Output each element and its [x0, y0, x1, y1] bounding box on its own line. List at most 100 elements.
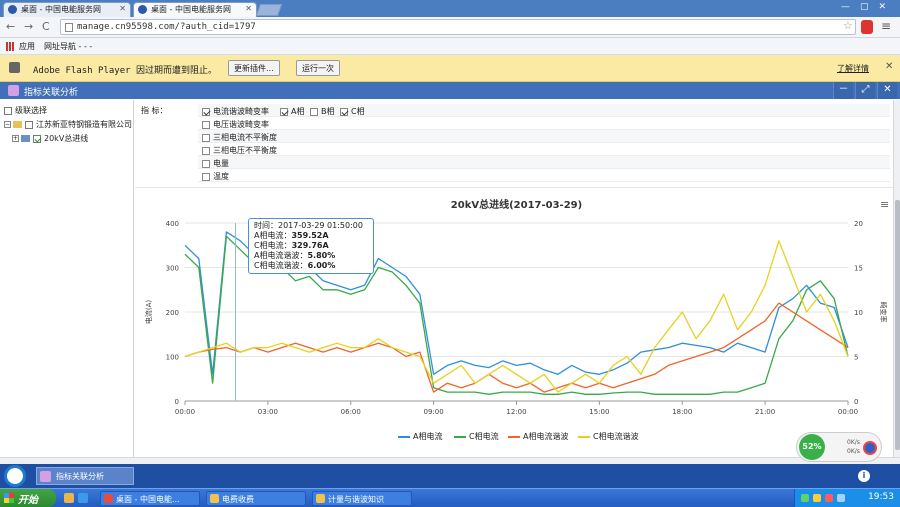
legend-item[interactable]: A相电流 [398, 431, 442, 442]
browser-tab-2[interactable]: 桌面 - 中国电能服务网 ✕ [133, 2, 257, 17]
expand-icon[interactable]: + [12, 135, 19, 142]
forward-icon[interactable]: → [24, 20, 33, 33]
tooltip-time-label: 时间： [254, 221, 278, 230]
indicator-option-label: 电量 [213, 159, 229, 168]
tray-volume-icon[interactable] [813, 494, 821, 502]
vertical-scrollbar[interactable] [893, 100, 900, 457]
system-logo-icon[interactable] [4, 465, 26, 487]
bookmark-star-icon[interactable]: ☆ [843, 19, 853, 32]
indicator-option[interactable]: 电压谐波畸变率 [202, 119, 269, 130]
update-plugin-button[interactable]: 更新插件... [228, 60, 280, 76]
back-icon[interactable]: ← [6, 20, 15, 33]
x-tick-label: 21:00 [755, 408, 775, 416]
indicator-checkbox[interactable] [202, 120, 210, 129]
url-text: manage.cn95598.com/?auth_cid=1797 [77, 22, 256, 32]
indicator-option[interactable]: C相 [340, 106, 365, 117]
legend-label: A相电流谐波 [523, 432, 569, 441]
address-bar[interactable]: manage.cn95598.com/?auth_cid=1797 [60, 19, 856, 35]
indicator-checkbox[interactable] [202, 107, 210, 116]
tray-ime-icon[interactable] [837, 494, 845, 502]
indicator-checkbox[interactable] [202, 146, 210, 155]
tooltip-c-h: 6.00% [307, 261, 336, 270]
chart-menu-icon[interactable]: ≡ [880, 198, 889, 211]
y2-tick-label: 15 [854, 265, 863, 273]
indicator-option-label: C相 [351, 107, 365, 116]
indicator-option-label: 温度 [213, 172, 229, 181]
window-controls[interactable]: —▢✕ [841, 2, 896, 12]
indicator-option[interactable]: 电量 [202, 158, 229, 169]
tree-node-line[interactable]: +20kV总进线 [12, 133, 88, 144]
close-icon[interactable]: ✕ [119, 4, 126, 13]
tree-node-company[interactable]: − 江苏新亚特钢锻造有限公司 [4, 119, 132, 130]
learn-more-link[interactable]: 了解详情 [837, 63, 869, 74]
indicator-row: 三相电压不平衡度 [198, 143, 890, 156]
indicator-checkbox[interactable] [310, 107, 318, 116]
network-speed-widget[interactable]: 52% 0K/s 0K/s [796, 432, 882, 462]
bookmark-apps[interactable]: 应用 [19, 41, 35, 52]
tree-checkbox[interactable] [4, 106, 12, 115]
legend-item[interactable]: A相电流谐波 [508, 431, 568, 442]
indicator-checkbox[interactable] [340, 107, 348, 116]
info-icon[interactable]: i [858, 470, 870, 482]
extension-icon[interactable] [861, 20, 873, 34]
indicator-checkbox[interactable] [202, 133, 210, 142]
collapse-icon[interactable]: − [4, 121, 11, 128]
run-once-button[interactable]: 运行一次 [296, 60, 340, 76]
indicator-option[interactable]: A相 [280, 106, 304, 117]
tree-header-label: 级联选择 [15, 106, 47, 115]
upload-speed: 0K/s [847, 439, 860, 446]
indicator-option[interactable]: 三相电压不平衡度 [202, 145, 277, 156]
menu-icon[interactable]: ≡ [881, 19, 891, 33]
bookmark-nav[interactable]: 网址导航 - - - [44, 41, 92, 52]
indicator-option[interactable]: 温度 [202, 171, 229, 182]
download-speed: 0K/s [847, 448, 860, 455]
tree-header[interactable]: 级联选择 [4, 105, 47, 116]
indicator-option[interactable]: 三相电流不平衡度 [202, 132, 277, 143]
taskbar-item-browser[interactable]: 桌面 - 中国电能... [100, 491, 200, 506]
tray-security-icon[interactable] [825, 494, 833, 502]
indicator-option[interactable]: B相 [310, 106, 335, 117]
reload-icon[interactable]: C [42, 20, 50, 33]
folder-icon [316, 494, 325, 503]
tray-network-icon[interactable] [801, 494, 809, 502]
taskbar-item-label: 桌面 - 中国电能... [116, 495, 180, 504]
y-tick-label: 100 [166, 354, 179, 362]
tooltip-c-h-label: C相电流谐波： [254, 261, 308, 270]
dock-task-item[interactable]: 指标关联分析 [36, 467, 134, 485]
y2-tick-label: 0 [854, 398, 858, 406]
legend-swatch [578, 435, 590, 438]
quicklaunch-ie-icon[interactable] [78, 493, 88, 503]
bookmarks-bar: 应用 网址导航 - - - [0, 38, 900, 55]
new-tab-button[interactable] [255, 4, 283, 16]
taskbar-item-knowledge[interactable]: 计量与谐波知识 [312, 491, 412, 506]
indicator-checkbox[interactable] [202, 159, 210, 168]
x-tick-label: 09:00 [424, 408, 444, 416]
legend-item[interactable]: C相电流谐波 [578, 431, 639, 442]
quicklaunch-folder-icon[interactable] [64, 493, 74, 503]
start-button[interactable]: 开始 [0, 489, 56, 507]
scroll-thumb[interactable] [895, 200, 900, 450]
taskbar-item-label: 电费收费 [222, 495, 254, 504]
taskbar-item-billing[interactable]: 电费收费 [206, 491, 306, 506]
legend-label: C相电流谐波 [593, 432, 639, 441]
tree-company-label: 江苏新亚特钢锻造有限公司 [36, 120, 132, 129]
close-button[interactable]: ✕ [877, 82, 897, 99]
tree-checkbox[interactable] [25, 120, 33, 129]
tooltip-c-cur-label: C相电流： [254, 241, 292, 250]
indicator-checkbox[interactable] [280, 107, 288, 116]
browser-tab-1[interactable]: 桌面 - 中国电能服务网 ✕ [3, 2, 131, 17]
indicator-option-label: 三相电流不平衡度 [213, 133, 277, 142]
close-icon[interactable]: ✕ [245, 4, 252, 13]
cascade-tree-panel: 级联选择 − 江苏新亚特钢锻造有限公司 +20kV总进线 [0, 100, 134, 457]
dock-task-label: 指标关联分析 [56, 472, 104, 481]
tree-checkbox[interactable] [33, 134, 41, 143]
horizontal-scrollbar[interactable] [0, 457, 900, 464]
accelerator-ball-icon[interactable] [863, 441, 877, 455]
legend-item[interactable]: C相电流 [454, 431, 499, 442]
maximize-button[interactable]: ⤢ [855, 82, 875, 99]
minimize-button[interactable]: － [833, 82, 853, 99]
indicator-checkbox[interactable] [202, 172, 210, 181]
indicator-option[interactable]: 电流谐波畸变率 [202, 106, 269, 117]
close-icon[interactable]: ✕ [885, 61, 893, 72]
apps-icon[interactable] [6, 42, 15, 51]
